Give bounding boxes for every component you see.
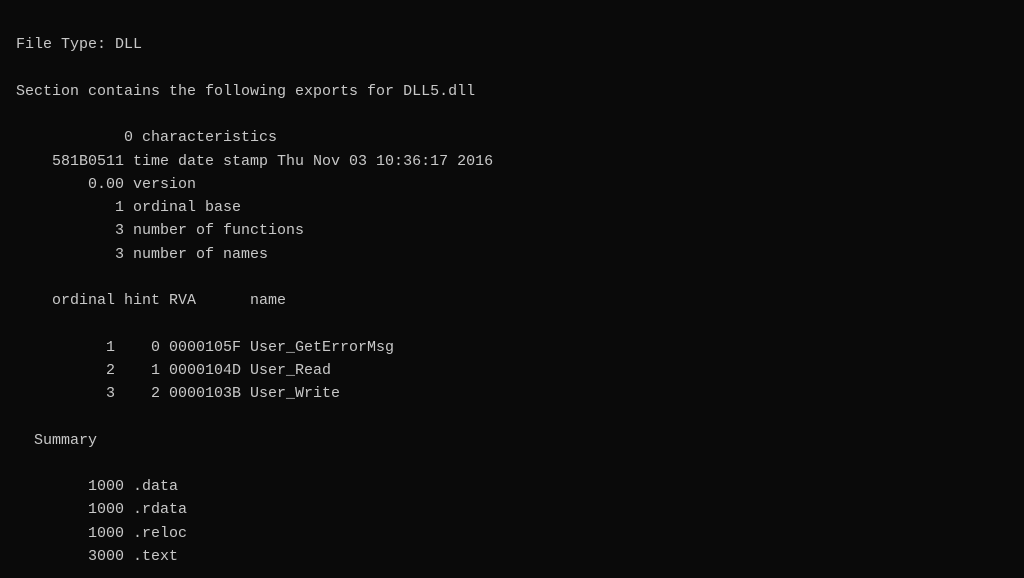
terminal-line — [16, 452, 1008, 475]
terminal-line: 1 0 0000105F User_GetErrorMsg — [16, 336, 1008, 359]
terminal-line — [16, 266, 1008, 289]
terminal-line: 1000 .rdata — [16, 498, 1008, 521]
terminal-line: 0 characteristics — [16, 126, 1008, 149]
terminal-line: 581B0511 time date stamp Thu Nov 03 10:3… — [16, 150, 1008, 173]
terminal-line — [16, 57, 1008, 80]
terminal-line: ordinal hint RVA name — [16, 289, 1008, 312]
terminal-line: 0.00 version — [16, 173, 1008, 196]
terminal-line: File Type: DLL — [16, 33, 1008, 56]
terminal-line: 1000 .data — [16, 475, 1008, 498]
terminal-line: 1000 .reloc — [16, 522, 1008, 545]
terminal-line: 2 1 0000104D User_Read — [16, 359, 1008, 382]
terminal-line: 3 number of names — [16, 243, 1008, 266]
terminal-line: 1 ordinal base — [16, 196, 1008, 219]
terminal-line — [16, 405, 1008, 428]
terminal-line: Section contains the following exports f… — [16, 80, 1008, 103]
terminal-line — [16, 312, 1008, 335]
terminal-line — [16, 103, 1008, 126]
terminal-line: Summary — [16, 429, 1008, 452]
terminal-line: 3 number of functions — [16, 219, 1008, 242]
terminal-line: 3 2 0000103B User_Write — [16, 382, 1008, 405]
terminal-line: 3000 .text — [16, 545, 1008, 568]
terminal-output: File Type: DLL Section contains the foll… — [16, 10, 1008, 568]
